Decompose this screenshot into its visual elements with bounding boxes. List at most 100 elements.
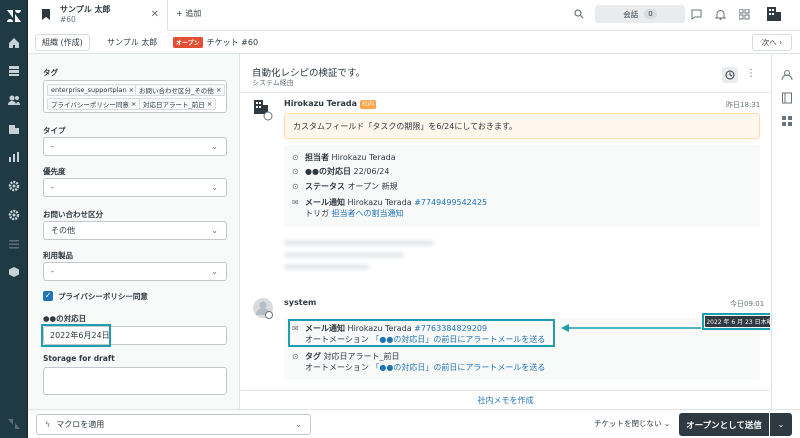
tag-chip[interactable]: プライバシーポリシー同意 × <box>47 98 141 110</box>
internal-badge: 社内 <box>360 100 377 109</box>
chevron-down-icon: ⌄ <box>211 267 218 276</box>
event-key: 担当者 <box>305 153 329 162</box>
history-button[interactable] <box>722 67 738 83</box>
views-icon[interactable] <box>6 63 22 79</box>
chat-icon[interactable] <box>689 7 703 21</box>
add-tab-button[interactable]: + 追加 <box>176 8 201 19</box>
tag-chip-label: プライバシーポリシー同意 <box>51 101 129 109</box>
privacy-label: プライバシーポリシー同意 <box>58 292 148 301</box>
search-icon[interactable] <box>572 7 586 21</box>
check-circle-icon: ⊙ <box>292 167 299 176</box>
home-icon[interactable] <box>6 35 22 51</box>
close-ticket-select[interactable]: チケットを閉じない ⌄ <box>594 418 670 429</box>
event-key: ●●の対応日 <box>305 167 351 176</box>
event-list: ⊙ 担当者 Hirokazu Terada ⊙ ●●の対応日 22/06/24 ⊙ ス… <box>284 145 760 227</box>
close-tab-icon[interactable]: ✕ <box>151 9 159 20</box>
zendesk-footer-icon[interactable] <box>6 416 22 432</box>
more-options-icon[interactable]: ⋮ <box>746 68 756 79</box>
type-select[interactable]: - ⌄ <box>43 137 227 156</box>
tag-chip[interactable]: お問い合わせ区分_その他 × <box>135 84 226 96</box>
settings-gear-icon[interactable] <box>6 207 22 223</box>
event-trigger: トリガ 担当者への割当通知 <box>305 208 404 219</box>
event-due-date: ⊙ ●●の対応日 22/06/24 <box>292 166 389 177</box>
trigger-link[interactable]: 担当者への割当通知 <box>332 209 404 218</box>
conversations-count: 0 <box>644 9 657 19</box>
ticket-icon <box>40 8 52 21</box>
history-icon <box>725 70 735 80</box>
check-circle-icon: ⊙ <box>292 182 299 191</box>
account-avatar-icon[interactable] <box>765 5 783 23</box>
product-grid-icon[interactable] <box>737 7 751 21</box>
chevron-down-icon: ⌄ <box>211 226 218 235</box>
lightning-icon: ϟ <box>45 420 51 429</box>
zendesk-logo-icon[interactable] <box>6 8 22 24</box>
organizations-icon[interactable] <box>6 121 22 137</box>
ticket-via: システム経由 <box>252 79 294 87</box>
user-profile-icon[interactable] <box>780 68 793 81</box>
inquiry-select[interactable]: その他 ⌄ <box>43 221 227 240</box>
conversations-button[interactable]: 会話 0 <box>595 5 685 23</box>
notifications-bell-icon[interactable] <box>713 7 727 21</box>
privacy-checkbox[interactable]: ✓ <box>43 291 53 301</box>
conversation-pane: 自動化レシピの検証です。 システム経由 ⋮ Hirokazu Terada 社内 … <box>241 54 770 409</box>
tag-chip-label: enterprise_supportplan <box>51 86 127 94</box>
submit-dropdown-button[interactable]: ⌄ <box>770 413 792 436</box>
check-circle-icon: ⊙ <box>292 153 299 162</box>
tag-chip[interactable]: 対応日アラート_前日 × <box>139 98 217 110</box>
ticket-tab[interactable]: サンプル 太郎 #60 ✕ <box>28 0 168 31</box>
automation-link[interactable]: 「●●の対応日」の前日にアラートメールを送る <box>371 363 545 372</box>
event-value: 対応日アラート_前日 <box>323 352 400 361</box>
breadcrumb: 組織 (作成) サンプル 太郎 オープン チケット #60 次へ › <box>28 31 800 54</box>
apply-macro-label: マクロを適用 <box>56 420 105 429</box>
apply-macro-select[interactable]: ϟ マクロを適用 ⌄ <box>36 414 311 435</box>
event-automation: オートメーション 「●●の対応日」の前日にアラートメールを送る <box>305 362 545 373</box>
highlight-box <box>41 324 111 347</box>
event-tag: ⊙ タグ 対応日アラート_前日 <box>292 351 400 362</box>
event-mail: ✉ メール通知 Hirokazu Terada #7749499542425 <box>292 197 487 208</box>
avatar <box>252 297 274 319</box>
tab-title: サンプル 太郎 <box>60 5 111 14</box>
admin-gear-icon[interactable] <box>6 178 22 194</box>
automation-prefix: オートメーション <box>305 363 369 372</box>
breadcrumb-user-label: サンプル 太郎 <box>107 38 158 47</box>
context-rail <box>771 54 800 409</box>
apps-grid-icon[interactable] <box>780 114 793 127</box>
create-internal-note-link[interactable]: 社内メモを作成 <box>241 390 770 409</box>
knowledge-book-icon[interactable] <box>780 91 793 104</box>
entry-author: Hirokazu Terada 社内 <box>284 99 377 109</box>
tab-subtitle: #60 <box>60 15 76 24</box>
event-key: ステータス <box>305 182 345 191</box>
reporting-icon[interactable] <box>6 149 22 165</box>
internal-note: カスタムフィールド「タスクの期限」を6/24にしておきます。 <box>284 113 760 139</box>
list-icon[interactable] <box>6 236 22 252</box>
arrow-annotation <box>561 324 701 332</box>
customers-icon[interactable] <box>6 92 22 108</box>
ticket-properties-panel: タグ enterprise_supportplan × お問い合わせ区分_その他… <box>28 54 240 409</box>
product-select[interactable]: - ⌄ <box>43 262 227 281</box>
priority-value: - <box>51 183 54 192</box>
event-key: タグ <box>305 352 321 361</box>
breadcrumb-user[interactable]: サンプル 太郎 <box>101 34 164 51</box>
chevron-down-icon: ⌄ <box>295 420 302 429</box>
chevron-down-icon: ⌄ <box>211 142 218 151</box>
apps-cube-icon[interactable] <box>6 264 22 280</box>
mail-link[interactable]: #7749499542425 <box>414 198 487 207</box>
type-label: タイプ <box>43 126 66 135</box>
event-value: Hirokazu Terada <box>347 198 412 207</box>
entry-time: 今日09:01 <box>730 300 765 308</box>
due-date-label: ●●の対応日 <box>43 314 87 323</box>
draft-textarea[interactable] <box>43 367 227 395</box>
close-ticket-label: チケットを閉じない <box>594 419 662 428</box>
breadcrumb-ticket[interactable]: オープン チケット #60 <box>167 34 265 51</box>
breadcrumb-organization[interactable]: 組織 (作成) <box>35 34 90 51</box>
check-circle-icon: ⊙ <box>292 352 299 361</box>
next-button[interactable]: 次へ › <box>752 34 792 51</box>
chevron-down-icon: ⌄ <box>777 420 785 429</box>
draft-label: Storage for draft <box>43 354 115 363</box>
submit-button[interactable]: オープンとして送信 <box>679 413 769 436</box>
priority-select[interactable]: - ⌄ <box>43 178 227 197</box>
tag-chip[interactable]: enterprise_supportplan × <box>47 84 139 96</box>
inquiry-label: お問い合わせ区分 <box>43 210 103 219</box>
tags-input[interactable]: enterprise_supportplan × お問い合わせ区分_その他 × … <box>43 80 227 113</box>
left-nav <box>0 0 28 438</box>
